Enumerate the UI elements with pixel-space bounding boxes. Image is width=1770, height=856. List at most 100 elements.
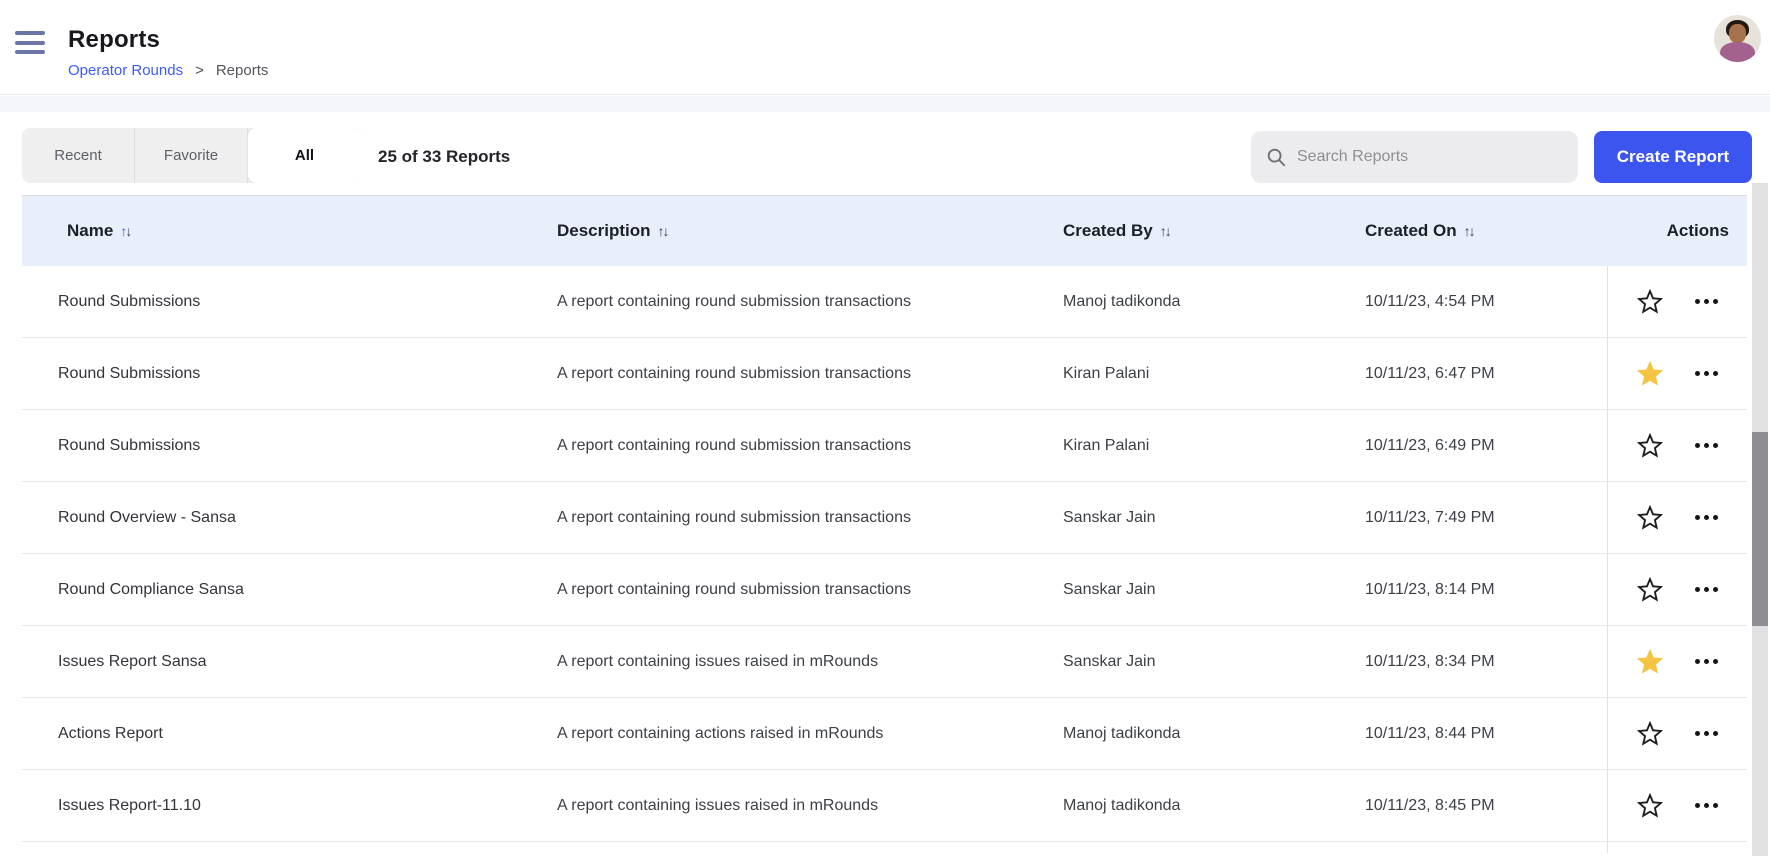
row-actions: [1607, 482, 1747, 553]
breadcrumb-current: Reports: [216, 62, 269, 79]
column-header-label: Actions: [1667, 221, 1729, 241]
table-row[interactable]: Round Submissions A report containing ro…: [22, 338, 1747, 410]
table-row[interactable]: Round Submissions A report containing ro…: [22, 266, 1747, 338]
report-created-on: 10/11/23, 8:45 PM: [1365, 797, 1607, 815]
search-box[interactable]: [1251, 131, 1578, 183]
table-row[interactable]: Round Compliance Sansa A report containi…: [22, 554, 1747, 626]
report-description: A report containing issues raised in mRo…: [557, 653, 1063, 671]
more-actions-icon[interactable]: [1693, 437, 1720, 454]
more-actions-icon[interactable]: [1693, 365, 1720, 382]
avatar-body: [1720, 42, 1755, 62]
table-row[interactable]: Issues Report-11.10 A report containing …: [22, 770, 1747, 842]
column-header-label: Description: [557, 221, 651, 241]
report-created-on: 10/11/23, 8:14 PM: [1365, 581, 1607, 599]
page-title: Reports: [68, 26, 160, 54]
more-actions-icon[interactable]: [1693, 725, 1720, 742]
favorite-star-icon[interactable]: [1636, 504, 1664, 532]
row-actions: [1607, 626, 1747, 697]
table-row[interactable]: Actions Report A report containing actio…: [22, 698, 1747, 770]
row-actions: [1607, 410, 1747, 481]
report-created-by: Kiran Palani: [1063, 437, 1365, 455]
column-header-actions: Actions: [1607, 221, 1747, 241]
search-input[interactable]: [1297, 148, 1564, 166]
row-actions: [1607, 770, 1747, 841]
row-actions: [1607, 554, 1747, 625]
report-created-by: Manoj tadikonda: [1063, 725, 1365, 743]
report-name: Issues Report-11.10: [22, 797, 557, 815]
report-created-on: 10/11/23, 4:54 PM: [1365, 293, 1607, 311]
favorite-star-icon[interactable]: [1636, 792, 1664, 820]
report-count: 25 of 33 Reports: [378, 128, 510, 186]
report-name: Round Submissions: [22, 365, 557, 383]
report-created-on: 10/11/23, 6:47 PM: [1365, 365, 1607, 383]
more-actions-icon[interactable]: [1693, 797, 1720, 814]
column-header-label: Created By: [1063, 221, 1153, 241]
more-actions-icon[interactable]: [1693, 581, 1720, 598]
favorite-star-icon[interactable]: [1636, 288, 1664, 316]
report-created-by: Sanskar Jain: [1063, 581, 1365, 599]
column-header-description[interactable]: Description ↑↓: [557, 221, 1063, 241]
favorite-star-icon[interactable]: [1636, 360, 1664, 388]
report-created-on: 10/11/23, 8:44 PM: [1365, 725, 1607, 743]
breadcrumb-separator: >: [195, 62, 204, 79]
sort-icon[interactable]: ↑↓: [658, 223, 668, 239]
report-name: Round Overview - Sansa: [22, 509, 557, 527]
column-header-name[interactable]: Name ↑↓: [22, 221, 557, 241]
more-actions-icon[interactable]: [1693, 653, 1720, 670]
column-header-created-on[interactable]: Created On ↑↓: [1365, 221, 1607, 241]
row-actions: [1607, 266, 1747, 337]
report-description: A report containing issues raised in mRo…: [557, 797, 1063, 815]
report-description: A report containing round submission tra…: [557, 509, 1063, 527]
table-row[interactable]: Round Submissions A report containing ro…: [22, 410, 1747, 482]
sort-icon[interactable]: ↑↓: [1464, 223, 1474, 239]
header-sub-band: [0, 96, 1770, 112]
report-description: A report containing round submission tra…: [557, 365, 1063, 383]
report-name: Round Compliance Sansa: [22, 581, 557, 599]
report-name: Actions Report: [22, 725, 557, 743]
report-filter-tabs: Recent Favorite All: [22, 128, 361, 183]
row-actions: [1607, 338, 1747, 409]
more-actions-icon[interactable]: [1693, 293, 1720, 310]
report-name: Round Submissions: [22, 437, 557, 455]
breadcrumb: Operator Rounds > Reports: [68, 62, 268, 79]
column-header-created-by[interactable]: Created By ↑↓: [1063, 221, 1365, 241]
tab-favorite[interactable]: Favorite: [135, 128, 248, 183]
create-report-button[interactable]: Create Report: [1594, 131, 1752, 183]
table-body: Round Submissions A report containing ro…: [22, 266, 1747, 842]
reports-table: Name ↑↓ Description ↑↓ Created By ↑↓ Cre…: [22, 195, 1747, 853]
report-created-by: Manoj tadikonda: [1063, 293, 1365, 311]
column-header-label: Created On: [1365, 221, 1457, 241]
sort-icon[interactable]: ↑↓: [1160, 223, 1170, 239]
table-partial-row: [22, 842, 1747, 853]
report-created-on: 10/11/23, 6:49 PM: [1365, 437, 1607, 455]
report-created-on: 10/11/23, 7:49 PM: [1365, 509, 1607, 527]
report-created-by: Sanskar Jain: [1063, 653, 1365, 671]
report-created-by: Kiran Palani: [1063, 365, 1365, 383]
report-name: Round Submissions: [22, 293, 557, 311]
search-icon: [1265, 146, 1287, 168]
table-row[interactable]: Round Overview - Sansa A report containi…: [22, 482, 1747, 554]
sort-icon[interactable]: ↑↓: [120, 223, 130, 239]
vertical-scrollbar-track: [1752, 183, 1768, 856]
report-created-by: Sanskar Jain: [1063, 509, 1365, 527]
tab-all[interactable]: All: [248, 128, 361, 183]
favorite-star-icon[interactable]: [1636, 576, 1664, 604]
user-avatar[interactable]: [1714, 15, 1761, 62]
report-created-on: 10/11/23, 8:34 PM: [1365, 653, 1607, 671]
breadcrumb-link-operator-rounds[interactable]: Operator Rounds: [68, 62, 183, 79]
column-header-label: Name: [67, 221, 113, 241]
report-description: A report containing round submission tra…: [557, 437, 1063, 455]
favorite-star-icon[interactable]: [1636, 720, 1664, 748]
tab-recent[interactable]: Recent: [22, 128, 135, 183]
table-row[interactable]: Issues Report Sansa A report containing …: [22, 626, 1747, 698]
vertical-scrollbar-thumb[interactable]: [1752, 432, 1768, 626]
hamburger-menu-icon[interactable]: [15, 31, 45, 54]
report-name: Issues Report Sansa: [22, 653, 557, 671]
report-description: A report containing actions raised in mR…: [557, 725, 1063, 743]
favorite-star-icon[interactable]: [1636, 648, 1664, 676]
table-header-row: Name ↑↓ Description ↑↓ Created By ↑↓ Cre…: [22, 195, 1747, 266]
report-description: A report containing round submission tra…: [557, 293, 1063, 311]
favorite-star-icon[interactable]: [1636, 432, 1664, 460]
more-actions-icon[interactable]: [1693, 509, 1720, 526]
report-created-by: Manoj tadikonda: [1063, 797, 1365, 815]
